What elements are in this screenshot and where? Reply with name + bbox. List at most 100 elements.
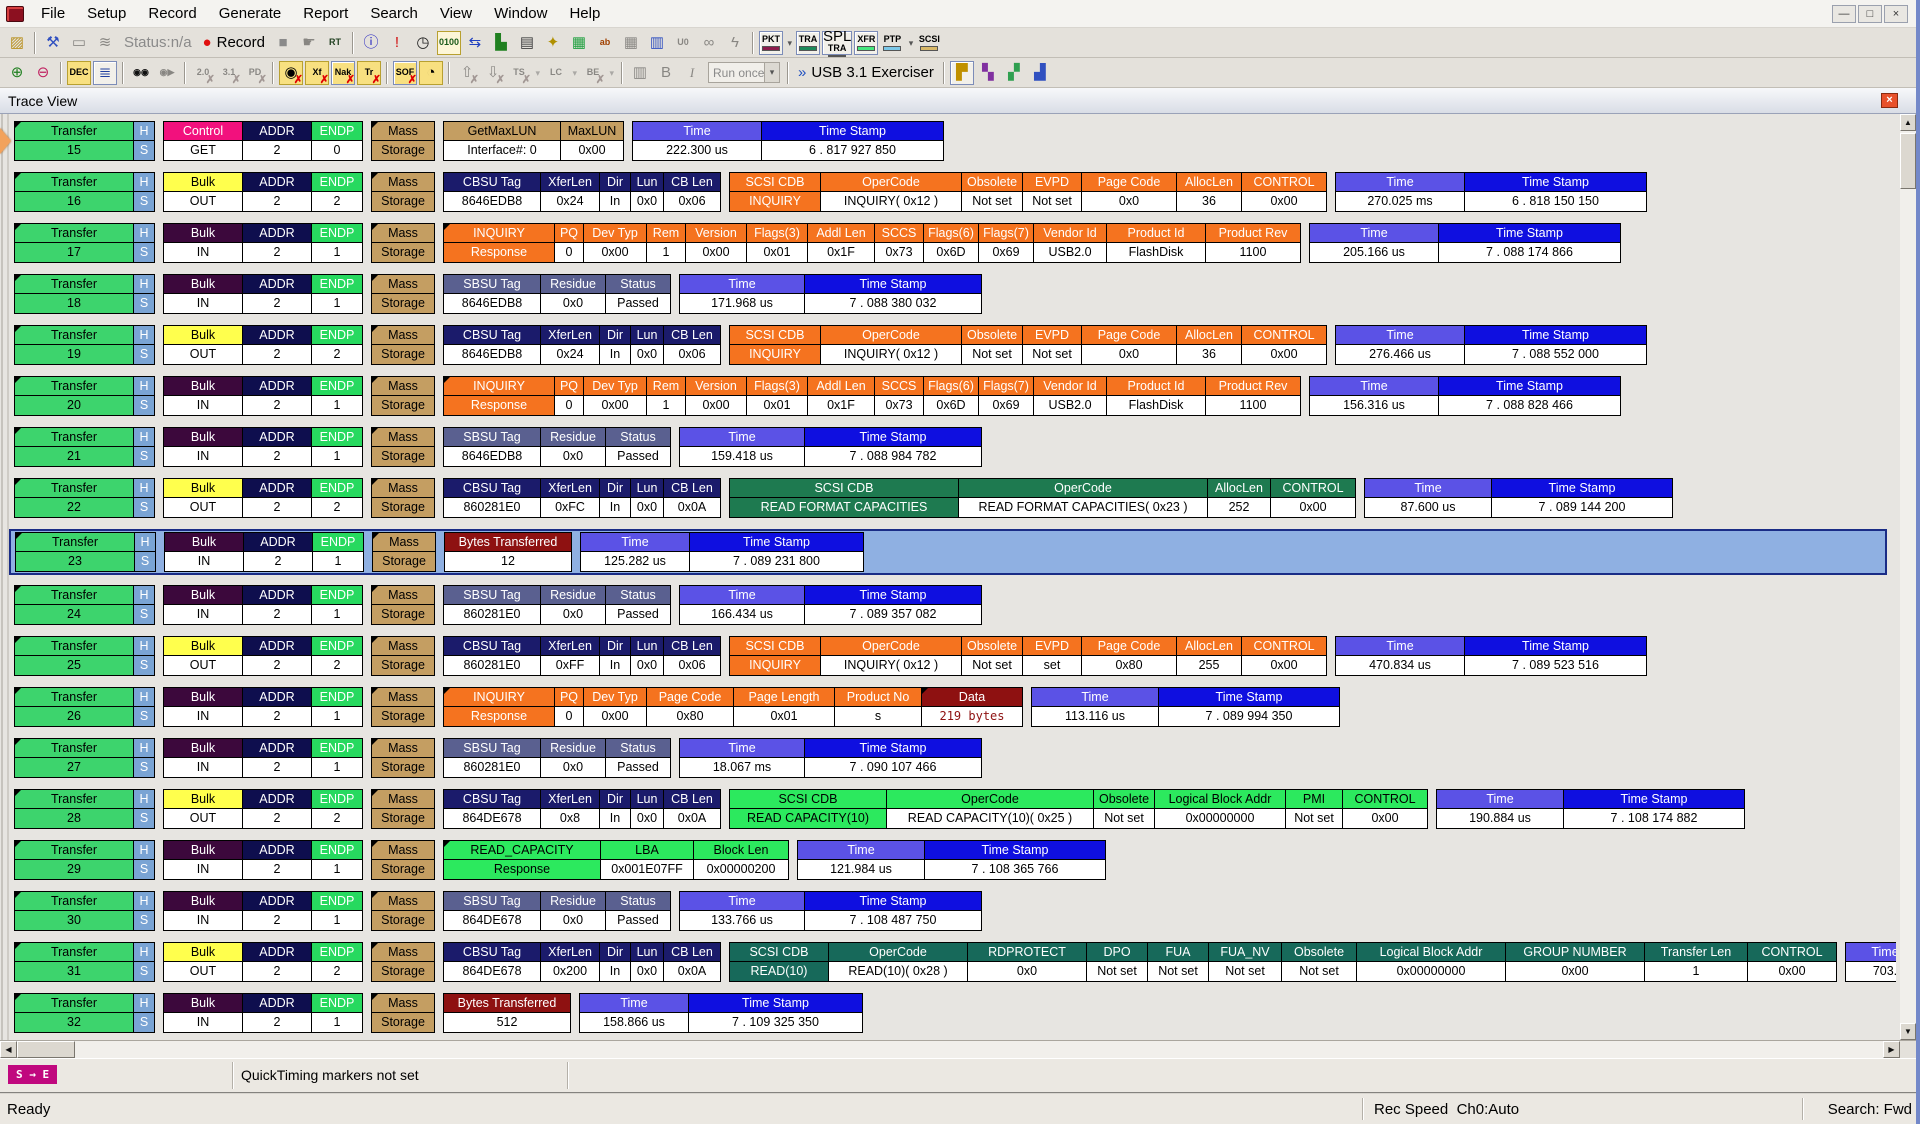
transfer-row-26[interactable]: Transfer26HSBulkINADDR2ENDP1MassStorageI…: [14, 687, 1896, 728]
transfer-row-21[interactable]: Transfer21HSBulkINADDR2ENDP1MassStorageS…: [14, 427, 1896, 468]
collapse-marker-icon[interactable]: [373, 533, 379, 539]
transfer-row-17[interactable]: Transfer17HSBulkINADDR2ENDP1MassStorageI…: [14, 223, 1896, 264]
zoom-out-button[interactable]: ⊖: [31, 61, 55, 85]
collapse-marker-icon[interactable]: [15, 790, 21, 796]
find-next-button[interactable]: ◉▶: [155, 61, 179, 85]
transfer-row-23[interactable]: Transfer23HSBulkINADDR2ENDP1MassStorageB…: [9, 529, 1887, 575]
menu-view[interactable]: View: [429, 3, 483, 24]
hide-pd-button[interactable]: PD✗: [243, 61, 267, 85]
recording-options-button[interactable]: ⚒: [41, 31, 65, 55]
collapse-marker-icon[interactable]: [15, 841, 21, 847]
chevron-down-icon[interactable]: ▾: [909, 38, 914, 49]
hide-nak-button[interactable]: Nak✗: [331, 61, 355, 85]
italic-button[interactable]: I: [680, 61, 704, 85]
errors-button[interactable]: !: [385, 31, 409, 55]
collapse-marker-icon[interactable]: [444, 377, 450, 383]
timeline-view-button[interactable]: ▥: [628, 61, 652, 85]
exerciser-button[interactable]: »USB 3.1 Exerciser: [794, 61, 938, 85]
hide-sof-button[interactable]: SOF✗: [393, 61, 417, 85]
collapse-marker-icon[interactable]: [372, 790, 378, 796]
transfer-row-22[interactable]: Transfer22HSBulkOUTADDR2ENDP2MassStorage…: [14, 478, 1896, 519]
collapse-marker-icon[interactable]: [16, 533, 22, 539]
transfer-row-15[interactable]: Transfer15HSControlGETADDR2ENDP0MassStor…: [14, 121, 1896, 162]
transfer-row-24[interactable]: Transfer24HSBulkINADDR2ENDP1MassStorageS…: [14, 585, 1896, 626]
collapse-marker-icon[interactable]: [372, 173, 378, 179]
collapse-marker-icon[interactable]: [15, 377, 21, 383]
xfr-level-button[interactable]: XFR: [854, 31, 878, 55]
collapse-marker-icon[interactable]: [15, 224, 21, 230]
hide-upstream-button[interactable]: ⇧✗: [455, 61, 479, 85]
menu-file[interactable]: File: [30, 3, 76, 24]
usb3-speed-button[interactable]: ≋: [93, 31, 117, 55]
menu-generate[interactable]: Generate: [208, 3, 293, 24]
hide-lc-button[interactable]: LC▾: [544, 61, 568, 85]
collapse-marker-icon[interactable]: [15, 428, 21, 434]
open-file-button[interactable]: ▨: [5, 31, 29, 55]
compare-button[interactable]: ⇆: [463, 31, 487, 55]
rt-stats-button[interactable]: RT: [323, 31, 347, 55]
collapse-marker-icon[interactable]: [372, 739, 378, 745]
horizontal-scroll-track[interactable]: [75, 1041, 1883, 1058]
collapse-marker-icon[interactable]: [15, 943, 21, 949]
menu-window[interactable]: Window: [483, 3, 558, 24]
zoom-in-button[interactable]: ⊕: [5, 61, 29, 85]
compact-view-button[interactable]: ≣: [93, 61, 117, 85]
layout-option-2-button[interactable]: ▚: [976, 61, 1000, 85]
timing-calc-button[interactable]: ◷: [411, 31, 435, 55]
hide-usb2-button[interactable]: 2.0✗: [191, 61, 215, 85]
chevron-down-icon[interactable]: ▾: [572, 68, 577, 79]
vertical-scroll-thumb[interactable]: [1900, 133, 1916, 189]
navigator-button[interactable]: ✦: [541, 31, 565, 55]
collapse-marker-icon[interactable]: [372, 841, 378, 847]
chevron-down-icon[interactable]: ▾: [787, 38, 792, 49]
horizontal-scrollbar[interactable]: ◀ ▶: [0, 1040, 1920, 1058]
transfer-row-28[interactable]: Transfer28HSBulkOUTADDR2ENDP2MassStorage…: [14, 789, 1896, 830]
collapse-marker-icon[interactable]: [15, 479, 21, 485]
transfer-row-16[interactable]: Transfer16HSBulkOUTADDR2ENDP2MassStorage…: [14, 172, 1896, 213]
collapse-marker-icon[interactable]: [372, 479, 378, 485]
scroll-down-icon[interactable]: ▼: [1900, 1023, 1916, 1040]
scroll-right-icon[interactable]: ▶: [1883, 1041, 1900, 1058]
record-button[interactable]: ●Record: [199, 31, 269, 55]
panel-close-icon[interactable]: ×: [1881, 93, 1898, 108]
chevron-down-icon[interactable]: ▾: [535, 68, 540, 79]
hide-downstream-button[interactable]: ⇩✗: [481, 61, 505, 85]
transfer-row-30[interactable]: Transfer30HSBulkINADDR2ENDP1MassStorageS…: [14, 891, 1896, 932]
layout-option-1-button[interactable]: ▛: [950, 61, 974, 85]
transfer-row-31[interactable]: Transfer31HSBulkOUTADDR2ENDP2MassStorage…: [14, 942, 1896, 983]
run-mode-combo[interactable]: Run once▾: [708, 62, 780, 83]
trigger-button[interactable]: ☛: [297, 31, 321, 55]
layout-option-3-button[interactable]: ▞: [1002, 61, 1026, 85]
collapse-marker-icon[interactable]: [372, 122, 378, 128]
collapse-marker-icon[interactable]: [372, 994, 378, 1000]
tra-level-button[interactable]: TRA: [796, 31, 820, 55]
detail-view-button[interactable]: ▦: [619, 31, 643, 55]
bus-utilization-button[interactable]: ▙: [489, 31, 513, 55]
info-button[interactable]: ⓘ: [359, 31, 383, 55]
quicktiming-badge[interactable]: S → E: [8, 1065, 57, 1084]
find-button[interactable]: ◉◉: [129, 61, 153, 85]
power-events-button[interactable]: ϟ: [723, 31, 747, 55]
hide-keepalive-button[interactable]: ◔: [419, 61, 443, 85]
collapse-marker-icon[interactable]: [372, 275, 378, 281]
collapse-marker-icon[interactable]: [372, 688, 378, 694]
spl-tra-level-button[interactable]: SPLTRA: [822, 31, 852, 55]
stop-button[interactable]: ■: [271, 31, 295, 55]
collapse-marker-icon[interactable]: [444, 224, 450, 230]
collapse-marker-icon[interactable]: [15, 173, 21, 179]
link-state-button[interactable]: ∞: [697, 31, 721, 55]
transfer-row-18[interactable]: Transfer18HSBulkINADDR2ENDP1MassStorageS…: [14, 274, 1896, 315]
collapse-marker-icon[interactable]: [444, 841, 450, 847]
ptp-level-button[interactable]: PTP▾: [880, 31, 904, 55]
power-tracker-button[interactable]: U0: [671, 31, 695, 55]
maximize-button[interactable]: □: [1858, 5, 1882, 23]
collapse-marker-icon[interactable]: [372, 428, 378, 434]
collapse-marker-icon[interactable]: [444, 688, 450, 694]
transfer-row-29[interactable]: Transfer29HSBulkINADDR2ENDP1MassStorageR…: [14, 840, 1896, 881]
chevron-down-icon[interactable]: ▾: [609, 68, 614, 79]
close-button[interactable]: ×: [1884, 5, 1908, 23]
transfer-row-19[interactable]: Transfer19HSBulkOUTADDR2ENDP2MassStorage…: [14, 325, 1896, 366]
ltssm-view-button[interactable]: ▦: [567, 31, 591, 55]
collapse-marker-icon[interactable]: [372, 637, 378, 643]
hide-ts-button[interactable]: TS✗▾: [507, 61, 531, 85]
